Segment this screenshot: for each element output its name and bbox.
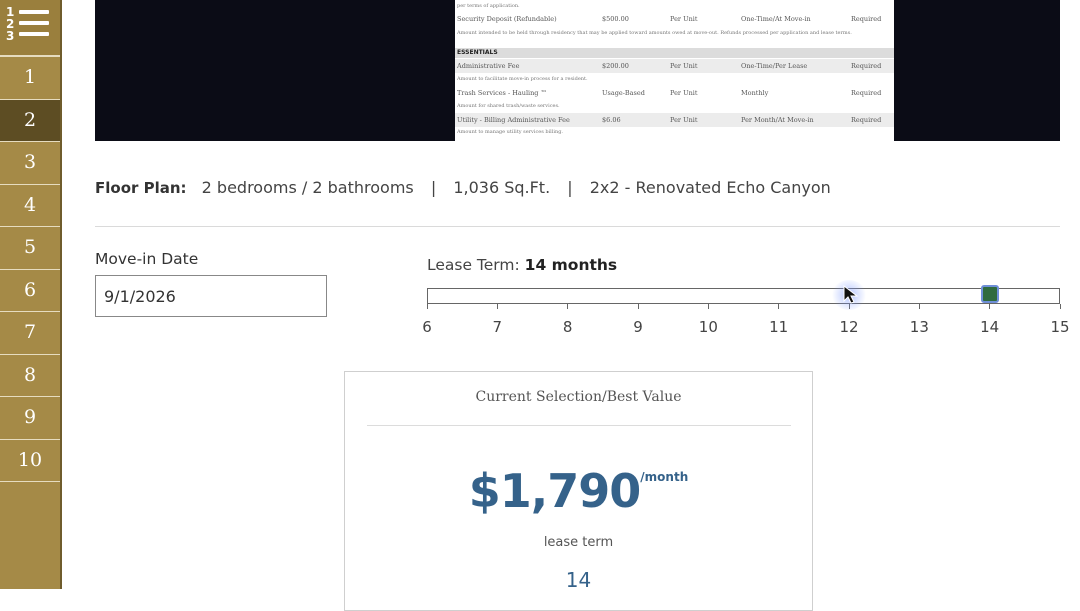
sidebar-step-3[interactable]: 3	[0, 142, 60, 185]
price-card-divider	[367, 425, 791, 426]
slider-tick-label: 15	[1050, 318, 1070, 336]
fee-row: Security Deposit (Refundable) $500.00 Pe…	[457, 15, 882, 23]
fee-schedule-image: per terms of application. Security Depos…	[95, 0, 1060, 141]
sidebar-step-9[interactable]: 9	[0, 397, 60, 440]
arrow-pointer-icon	[843, 285, 859, 304]
fee-row: Utility - Billing Administrative Fee $6.…	[455, 113, 894, 127]
slider-tick-label: 7	[492, 318, 503, 336]
sidebar-step-2[interactable]: 2	[0, 99, 60, 142]
lease-term-selected: 14 months	[524, 256, 618, 274]
section-divider	[95, 226, 1060, 227]
fee-section-title: ESSENTIALS	[455, 48, 894, 58]
move-in-date-input[interactable]	[95, 275, 327, 317]
monthly-price: $1,790	[468, 464, 642, 518]
slider-tick	[989, 304, 991, 309]
fee-schedule-document: per terms of application. Security Depos…	[455, 0, 894, 141]
fee-note: Amount to facilitate move-in process for…	[457, 76, 588, 82]
slider-tick-label: 13	[909, 318, 929, 336]
step-menu-button[interactable]: 1 2 3	[0, 0, 60, 57]
floor-plan-summary: Floor Plan: 2 bedrooms / 2 bathrooms | 1…	[95, 178, 831, 197]
sidebar-step-8[interactable]: 8	[0, 355, 60, 397]
sidebar-step-6[interactable]: 6	[0, 270, 60, 312]
slider-tick	[567, 304, 569, 309]
separator: |	[430, 178, 437, 197]
price-card: Current Selection/Best Value $1,790/mont…	[344, 371, 813, 611]
slider-tick-label: 14	[980, 318, 1000, 336]
lease-term-value: 14	[565, 568, 592, 592]
fee-note: Amount to manage utility services billin…	[457, 129, 563, 135]
lease-term-caption: lease term	[543, 535, 614, 550]
slider-tick	[778, 304, 780, 309]
fee-note: per terms of application.	[457, 3, 520, 9]
slider-tick	[426, 304, 428, 309]
slider-tick-label: 11	[769, 318, 789, 336]
fee-note: Amount intended to be held through resid…	[457, 30, 852, 36]
step-sidebar: 1 2 3 1 2 3 4 5 6 7 8 9 10	[0, 0, 62, 589]
slider-tick	[496, 304, 498, 309]
move-in-date-label: Move-in Date	[95, 250, 199, 268]
fee-row: Administrative Fee $200.00 Per Unit One-…	[455, 59, 894, 73]
square-footage: 1,036 Sq.Ft.	[453, 178, 551, 197]
slider-tick	[637, 304, 639, 309]
floor-plan-label: Floor Plan:	[95, 179, 187, 197]
plan-name: 2x2 - Renovated Echo Canyon	[589, 178, 831, 197]
sidebar-step-5[interactable]: 5	[0, 227, 60, 270]
sidebar-step-4[interactable]: 4	[0, 185, 60, 227]
slider-tick-label: 12	[839, 318, 859, 336]
slider-tick	[707, 304, 709, 309]
price-unit: /month	[640, 470, 689, 484]
sidebar-step-10[interactable]: 10	[0, 440, 60, 482]
numbered-list-icon: 1 2 3	[6, 5, 15, 43]
price-display: $1,790/month	[345, 464, 812, 518]
price-card-title: Current Selection/Best Value	[475, 389, 682, 405]
sidebar-step-1[interactable]: 1	[0, 57, 60, 100]
lease-term-slider-track[interactable]	[427, 288, 1060, 304]
lease-term-label: Lease Term: 14 months	[427, 256, 618, 274]
beds-baths: 2 bedrooms / 2 bathrooms	[201, 178, 414, 197]
slider-tick-label: 8	[562, 318, 573, 336]
separator: |	[567, 178, 573, 197]
fee-row: Trash Services - Hauling ™ Usage-Based P…	[457, 89, 882, 97]
slider-tick-label: 6	[422, 318, 432, 336]
fee-note: Amount for shared trash/waste services.	[457, 103, 560, 109]
slider-tick-label: 10	[698, 318, 718, 336]
sidebar-step-7[interactable]: 7	[0, 312, 60, 355]
slider-tick	[1059, 304, 1061, 309]
lease-term-slider-thumb[interactable]	[980, 285, 999, 303]
slider-tick-label: 9	[633, 318, 643, 336]
slider-tick	[918, 304, 920, 309]
